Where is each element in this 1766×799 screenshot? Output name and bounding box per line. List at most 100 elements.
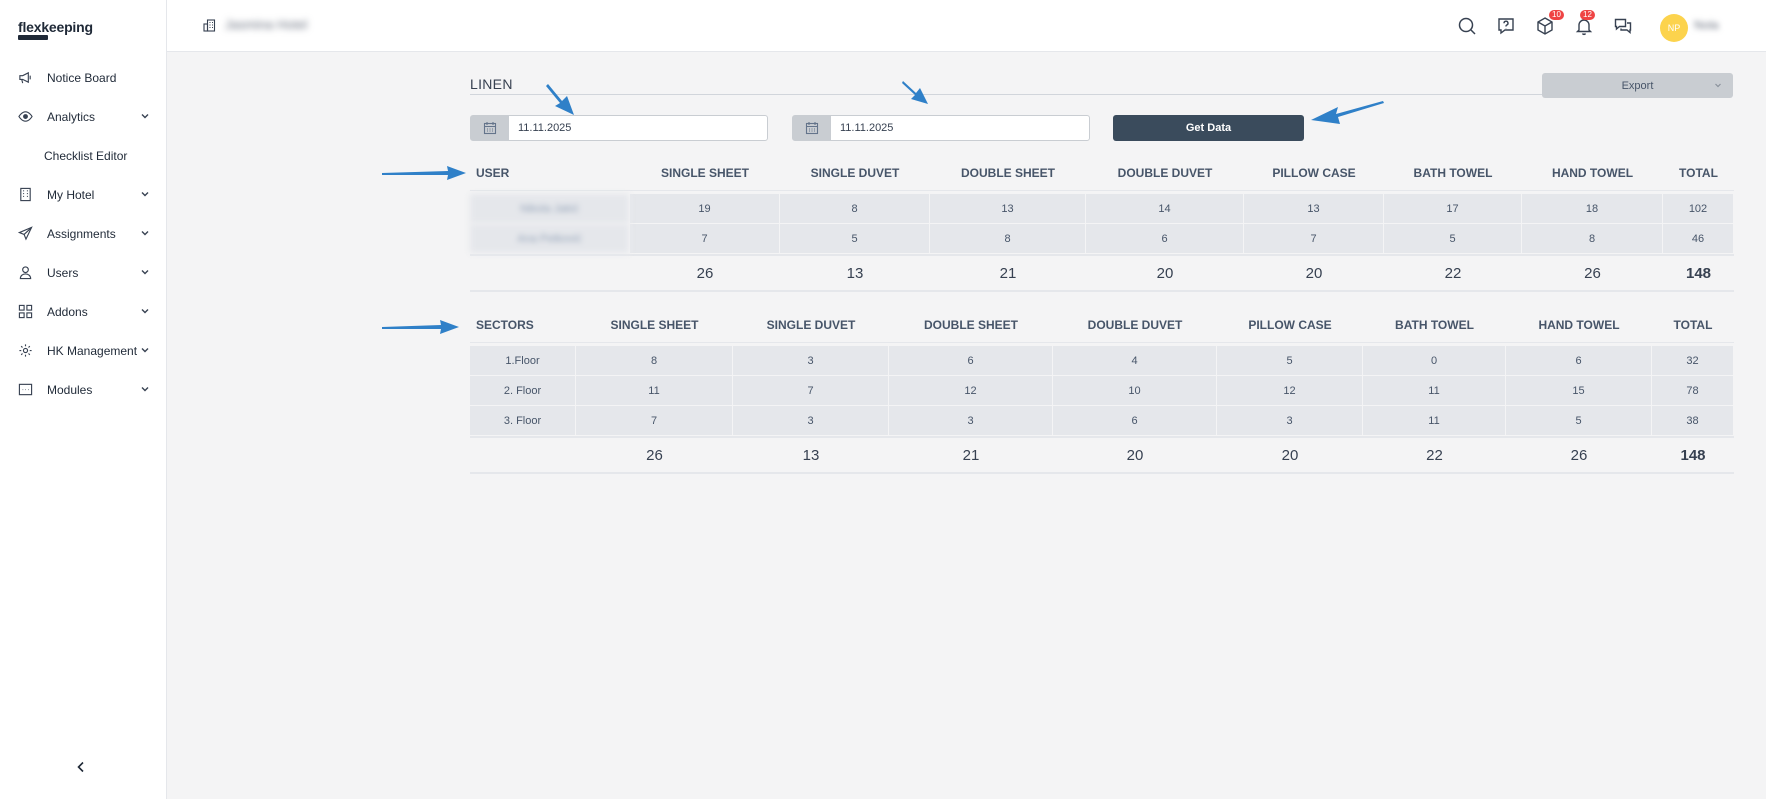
sidebar-item-label: Modules	[47, 382, 93, 397]
column-header[interactable]: HAND TOWEL	[1522, 155, 1663, 191]
help-icon[interactable]	[1496, 16, 1516, 36]
table-cell: 3	[889, 406, 1053, 436]
table-cell: 15	[1506, 376, 1652, 406]
export-dropdown[interactable]: Export	[1542, 73, 1733, 98]
sidebar-item-addons[interactable]: Addons	[0, 292, 167, 331]
column-header[interactable]: TOTAL	[1663, 155, 1734, 191]
collapse-sidebar-icon[interactable]	[74, 760, 88, 774]
sidebar-item-hk-management[interactable]: HK Management	[0, 331, 167, 370]
column-header[interactable]: SINGLE SHEET	[630, 155, 780, 191]
total-cell: 20	[1086, 254, 1244, 292]
sector-table: SECTORS SINGLE SHEET SINGLE DUVET DOUBLE…	[470, 307, 1734, 474]
table-cell: 7	[1244, 224, 1384, 254]
hotel-name[interactable]: Jasmina Hotel	[225, 17, 307, 32]
table-cell: 8	[1522, 224, 1663, 254]
sidebar-item-my-hotel[interactable]: My Hotel	[0, 175, 167, 214]
table-cell: 5	[780, 224, 930, 254]
table-cell: 6	[889, 346, 1053, 376]
grand-total-cell: 148	[1663, 254, 1734, 292]
calendar-icon[interactable]	[471, 116, 509, 140]
chevron-down-icon[interactable]	[139, 266, 151, 278]
sidebar-item-notice-board[interactable]: Notice Board	[0, 58, 167, 97]
total-cell: 13	[733, 436, 889, 474]
table-row: Nikola Jakić 19 8 13 14 13 17 18 102	[470, 194, 1734, 224]
column-header[interactable]: SINGLE DUVET	[733, 307, 889, 343]
column-header[interactable]: DOUBLE SHEET	[930, 155, 1086, 191]
total-cell: 20	[1217, 436, 1363, 474]
search-icon[interactable]	[1457, 16, 1477, 36]
eye-icon	[18, 109, 33, 124]
get-data-button[interactable]: Get Data	[1113, 115, 1304, 141]
sidebar-item-analytics[interactable]: Analytics	[0, 97, 167, 136]
sector-name-cell: 1.Floor	[470, 346, 576, 376]
table-cell: 7	[733, 376, 889, 406]
total-cell: 26	[576, 436, 733, 474]
totals-row: 26 13 21 20 20 22 26 148	[470, 436, 1734, 474]
column-header[interactable]: PILLOW CASE	[1244, 155, 1384, 191]
column-header[interactable]: TOTAL	[1652, 307, 1734, 343]
sidebar-item-label: Addons	[47, 304, 88, 319]
column-header[interactable]: DOUBLE SHEET	[889, 307, 1053, 343]
date-to-field[interactable]	[792, 115, 1090, 141]
table-header-row: SECTORS SINGLE SHEET SINGLE DUVET DOUBLE…	[470, 307, 1734, 343]
table-cell: 6	[1053, 406, 1217, 436]
arrow-to-date-from	[546, 84, 574, 115]
column-header[interactable]: SECTORS	[470, 307, 576, 343]
user-name-cell: Ana Petković	[470, 224, 630, 254]
user-name[interactable]: Nola	[1694, 18, 1719, 32]
title-divider	[470, 94, 1552, 95]
chevron-down-icon[interactable]	[139, 383, 151, 395]
column-header[interactable]: BATH TOWEL	[1363, 307, 1506, 343]
sidebar-item-users[interactable]: Users	[0, 253, 167, 292]
chat-icon[interactable]	[1613, 16, 1633, 36]
column-header[interactable]: USER	[470, 155, 630, 191]
logo-badge	[18, 35, 48, 40]
total-cell: 20	[1053, 436, 1217, 474]
sidebar-item-checklist-editor[interactable]: Checklist Editor	[0, 136, 167, 175]
calendar-icon[interactable]	[793, 116, 831, 140]
table-cell: 11	[576, 376, 733, 406]
user-table: USER SINGLE SHEET SINGLE DUVET DOUBLE SH…	[470, 155, 1734, 292]
date-from-input[interactable]	[509, 122, 759, 134]
chevron-down-icon[interactable]	[139, 110, 151, 122]
table-cell: 3	[1217, 406, 1363, 436]
sector-name-cell: 3. Floor	[470, 406, 576, 436]
column-header[interactable]: DOUBLE DUVET	[1086, 155, 1244, 191]
table-row: 3. Floor 7 3 3 6 3 11 5 38	[470, 406, 1734, 436]
table-cell: 8	[576, 346, 733, 376]
sidebar-item-assignments[interactable]: Assignments	[0, 214, 167, 253]
chevron-down-icon[interactable]	[139, 344, 151, 356]
total-cell	[470, 254, 630, 292]
table-cell: 5	[1384, 224, 1522, 254]
table-cell: 13	[1244, 194, 1384, 224]
hotel-icon	[203, 19, 216, 32]
sidebar-item-label: Notice Board	[47, 70, 117, 85]
avatar[interactable]: NP	[1660, 14, 1688, 42]
column-header[interactable]: HAND TOWEL	[1506, 307, 1652, 343]
date-from-field[interactable]	[470, 115, 768, 141]
table-cell: 6	[1506, 346, 1652, 376]
date-to-input[interactable]	[831, 122, 1081, 134]
chevron-down-icon[interactable]	[139, 305, 151, 317]
app-logo[interactable]: flexkeeping	[18, 19, 93, 35]
arrow-to-user-header	[382, 166, 466, 180]
column-header[interactable]: SINGLE DUVET	[780, 155, 930, 191]
column-header[interactable]: SINGLE SHEET	[576, 307, 733, 343]
table-row: Ana Petković 7 5 8 6 7 5 8 46	[470, 224, 1734, 254]
chevron-down-icon[interactable]	[139, 227, 151, 239]
sidebar-item-label: Assignments	[47, 226, 116, 241]
table-cell: 11	[1363, 406, 1506, 436]
table-cell: 32	[1652, 346, 1734, 376]
column-header[interactable]: DOUBLE DUVET	[1053, 307, 1217, 343]
table-cell: 3	[733, 406, 889, 436]
table-cell: 0	[1363, 346, 1506, 376]
sidebar-item-modules[interactable]: Modules	[0, 370, 167, 409]
table-cell: 7	[630, 224, 780, 254]
table-cell: 10	[1053, 376, 1217, 406]
grand-total-cell: 148	[1652, 436, 1734, 474]
table-cell: 14	[1086, 194, 1244, 224]
column-header[interactable]: BATH TOWEL	[1384, 155, 1522, 191]
user-icon	[18, 265, 33, 280]
column-header[interactable]: PILLOW CASE	[1217, 307, 1363, 343]
chevron-down-icon[interactable]	[139, 188, 151, 200]
